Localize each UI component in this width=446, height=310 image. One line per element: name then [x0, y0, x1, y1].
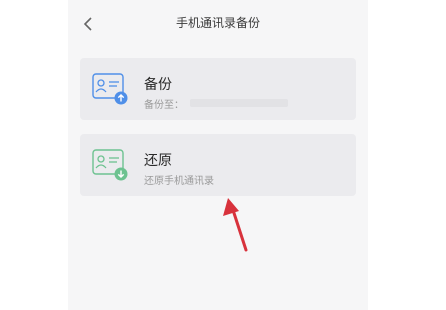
restore-card[interactable]: 还原 还原手机通讯录: [80, 134, 356, 196]
backup-title: 备份: [144, 77, 172, 93]
header-bar: 手机通讯录备份: [68, 0, 368, 48]
backup-card[interactable]: 备份 备份至：: [80, 58, 356, 120]
annotation-arrow-icon: [223, 198, 248, 252]
contact-card-download-icon: [92, 149, 128, 181]
backup-subtitle: 备份至：: [144, 100, 184, 111]
restore-subtitle: 还原手机通讯录: [144, 176, 214, 187]
phone-screen: 手机通讯录备份 备份 备份至： 还原 还原手机通讯录: [68, 0, 368, 310]
contact-card-upload-icon: [92, 73, 128, 105]
page-title: 手机通讯录备份: [175, 16, 260, 30]
restore-title: 还原: [144, 153, 172, 169]
backup-destination-redacted: [190, 99, 288, 107]
